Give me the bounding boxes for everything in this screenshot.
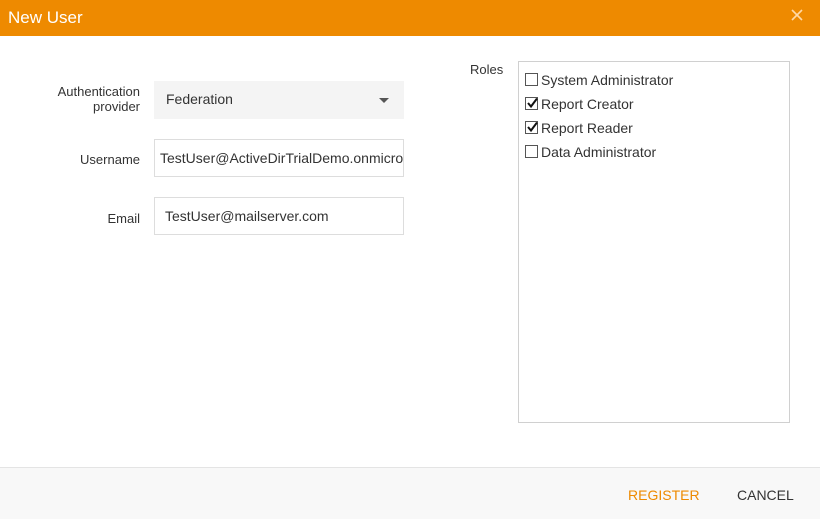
- checkmark-icon: [527, 121, 538, 133]
- auth-provider-label-line1: Authentication: [57, 84, 140, 99]
- dialog-footer: REGISTER CANCEL: [0, 467, 820, 519]
- role-item-report-reader[interactable]: Report Reader: [525, 118, 775, 138]
- role-item-data-administrator[interactable]: Data Administrator: [525, 142, 775, 162]
- role-item-system-administrator[interactable]: System Administrator: [525, 70, 775, 90]
- checkmark-icon: [527, 97, 538, 109]
- role-checkbox[interactable]: [525, 145, 538, 158]
- auth-provider-label-line2: provider: [93, 99, 140, 114]
- username-value: TestUser@ActiveDirTrialDemo.onmicrosoft.…: [160, 150, 404, 166]
- roles-label: Roles: [470, 62, 504, 77]
- auth-provider-select[interactable]: Federation: [154, 81, 404, 119]
- role-checkbox[interactable]: [525, 121, 538, 134]
- chevron-down-icon: [378, 97, 390, 105]
- role-label: Report Creator: [541, 96, 634, 112]
- role-label: System Administrator: [541, 72, 674, 88]
- auth-provider-label: Authentication provider: [20, 84, 140, 114]
- dialog-titlebar: New User: [0, 0, 820, 36]
- email-label: Email: [107, 211, 140, 226]
- role-checkbox[interactable]: [525, 97, 538, 110]
- email-value: TestUser@mailserver.com: [165, 208, 329, 224]
- username-input[interactable]: TestUser@ActiveDirTrialDemo.onmicrosoft.…: [154, 139, 404, 177]
- close-icon[interactable]: [788, 6, 806, 24]
- role-checkbox[interactable]: [525, 73, 538, 86]
- roles-list: System Administrator Report Creator Repo…: [518, 61, 790, 423]
- dialog-title: New User: [8, 8, 83, 27]
- email-input[interactable]: TestUser@mailserver.com: [154, 197, 404, 235]
- auth-provider-value: Federation: [166, 91, 233, 107]
- register-button[interactable]: REGISTER: [628, 487, 700, 504]
- role-label: Data Administrator: [541, 144, 657, 160]
- role-item-report-creator[interactable]: Report Creator: [525, 94, 775, 114]
- cancel-button[interactable]: CANCEL: [737, 487, 794, 504]
- new-user-dialog: New User Authentication provider Federat…: [0, 0, 820, 519]
- username-label: Username: [80, 152, 140, 167]
- role-label: Report Reader: [541, 120, 633, 136]
